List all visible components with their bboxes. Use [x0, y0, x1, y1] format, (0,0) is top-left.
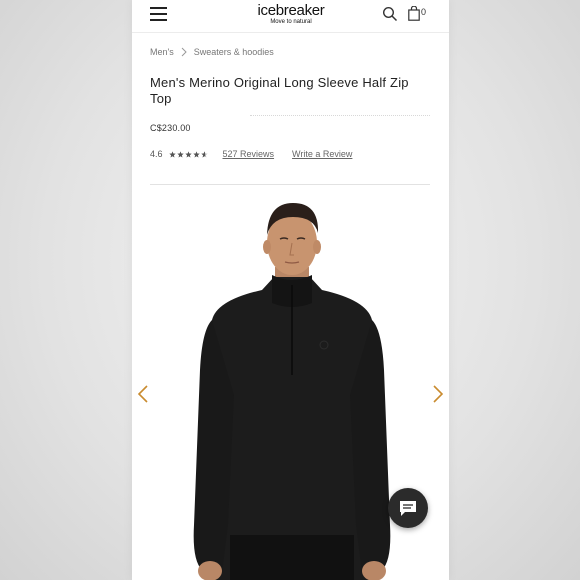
chat-icon — [400, 501, 416, 516]
site-header: icebreaker Move to natural 0 — [132, 0, 449, 33]
chat-button[interactable] — [388, 488, 428, 528]
breadcrumb: Men's Sweaters & hoodies — [150, 47, 274, 57]
chevron-right-icon[interactable] — [432, 385, 444, 403]
write-review-link[interactable]: Write a Review — [292, 149, 352, 159]
chevron-left-icon[interactable] — [137, 385, 149, 403]
title-divider — [250, 115, 430, 116]
bag-icon — [408, 6, 420, 21]
rating-value: 4.6 — [150, 149, 163, 159]
rating-row: 4.6 527 Reviews Write a Review — [150, 149, 352, 159]
site-logo[interactable]: icebreaker Move to natural — [252, 3, 330, 26]
rating-stars — [168, 150, 209, 158]
breadcrumb-sweaters-hoodies[interactable]: Sweaters & hoodies — [194, 47, 274, 57]
product-price: C$230.00 — [150, 123, 191, 133]
star-icon — [168, 150, 176, 158]
search-icon[interactable] — [382, 6, 398, 22]
breadcrumb-mens[interactable]: Men's — [150, 47, 174, 57]
logo-wordmark: icebreaker — [257, 2, 325, 19]
bag-count: 0 — [421, 7, 427, 17]
star-icon — [184, 150, 192, 158]
section-divider — [150, 184, 430, 185]
chevron-right-icon — [181, 47, 187, 57]
product-title: Men's Merino Original Long Sleeve Half Z… — [150, 75, 409, 106]
logo-tagline: Move to natural — [270, 19, 312, 25]
star-icon — [176, 150, 184, 158]
star-half-icon — [200, 150, 208, 158]
reviews-link[interactable]: 527 Reviews — [223, 149, 275, 159]
shopping-bag-button[interactable]: 0 — [408, 6, 432, 22]
star-icon — [192, 150, 200, 158]
mobile-page: icebreaker Move to natural 0 Men's Sweat… — [132, 0, 449, 580]
menu-icon[interactable] — [150, 7, 167, 21]
product-image[interactable] — [172, 195, 412, 580]
